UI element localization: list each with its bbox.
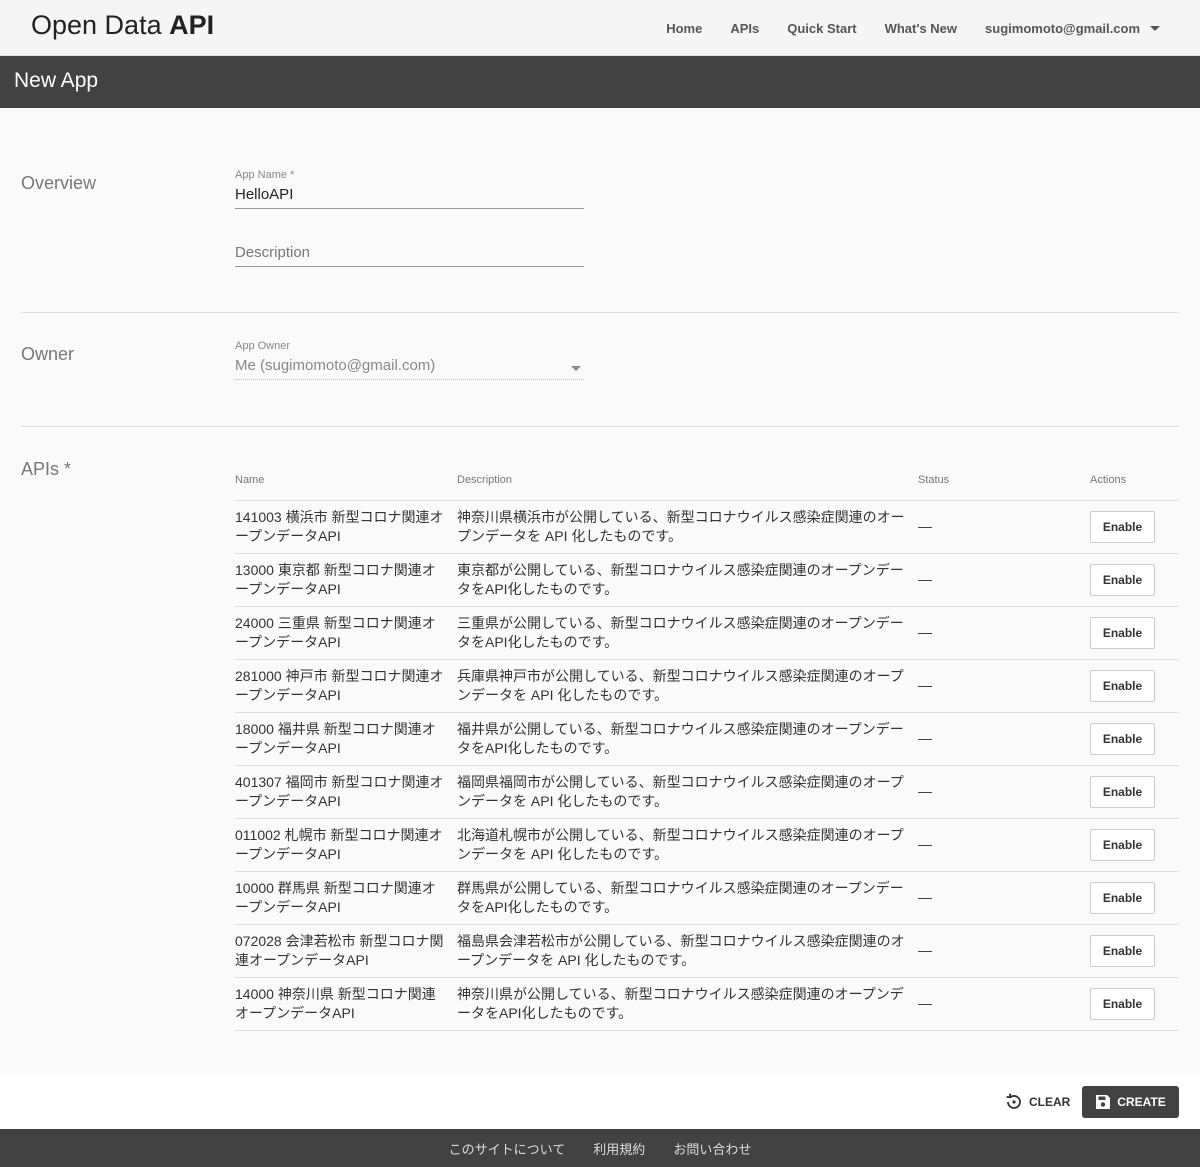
chevron-down-icon — [1150, 25, 1160, 31]
api-table: Name Description Status Actions 141003 横… — [235, 460, 1179, 1031]
column-header-name: Name — [235, 460, 457, 501]
enable-button[interactable]: Enable — [1090, 669, 1155, 702]
user-email: sugimomoto@gmail.com — [985, 20, 1140, 36]
enable-button[interactable]: Enable — [1090, 616, 1155, 649]
form-action-bar: CLEAR CREATE — [0, 1073, 1200, 1129]
enable-button[interactable]: Enable — [1090, 934, 1155, 967]
create-button[interactable]: CREATE — [1082, 1086, 1179, 1118]
section-owner-label: Owner — [21, 344, 75, 364]
section-overview-label: Overview — [21, 173, 97, 193]
api-name: 281000 神戸市 新型コロナ関連オープンデータAPI — [235, 667, 444, 703]
api-name: 141003 横浜市 新型コロナ関連オープンデータAPI — [235, 508, 444, 544]
api-description: 三重県が公開している、新型コロナウイルス感染症関連のオープンデータをAPI化した… — [457, 614, 904, 650]
api-name: 24000 三重県 新型コロナ関連オープンデータAPI — [235, 614, 436, 650]
api-description: 東京都が公開している、新型コロナウイルス感染症関連のオープンデータをAPI化した… — [457, 561, 904, 597]
save-icon — [1096, 1095, 1111, 1109]
api-description: 福井県が公開している、新型コロナウイルス感染症関連のオープンデータをAPI化した… — [457, 720, 904, 756]
section-divider — [21, 426, 1179, 427]
footer: このサイトについて 利用規約 お問い合わせ — [0, 1129, 1200, 1167]
api-name: 13000 東京都 新型コロナ関連オープンデータAPI — [235, 561, 436, 597]
api-status: — — [918, 677, 932, 693]
api-description: 兵庫県神戸市が公開している、新型コロナウイルス感染症関連のオープンデータを AP… — [457, 667, 904, 703]
app-owner-value[interactable]: Me (sugimomoto@gmail.com) — [235, 357, 584, 374]
footer-link-about[interactable]: このサイトについて — [449, 1139, 566, 1158]
api-description: 群馬県が公開している、新型コロナウイルス感染症関連のオープンデータをAPI化した… — [457, 879, 904, 915]
select-underline — [235, 379, 584, 380]
enable-button[interactable]: Enable — [1090, 987, 1155, 1020]
main-nav: Home APIs Quick Start What's New sugimom… — [666, 0, 1160, 56]
page-title: New App — [14, 69, 99, 92]
api-name: 401307 福岡市 新型コロナ関連オープンデータAPI — [235, 773, 444, 809]
enable-button[interactable]: Enable — [1090, 722, 1155, 755]
api-status: — — [918, 836, 932, 852]
table-row: 011002 札幌市 新型コロナ関連オープンデータAPI 北海道札幌市が公開して… — [235, 818, 1179, 872]
column-header-actions: Actions — [1090, 460, 1179, 501]
table-row: 072028 会津若松市 新型コロナ関連オープンデータAPI 福島県会津若松市が… — [235, 924, 1179, 978]
api-name: 10000 群馬県 新型コロナ関連オープンデータAPI — [235, 879, 436, 915]
footer-link-contact[interactable]: お問い合わせ — [673, 1139, 751, 1158]
enable-button[interactable]: Enable — [1090, 510, 1155, 543]
app-name-field[interactable]: App Name * HelloAPI — [235, 169, 584, 209]
clear-button-label: CLEAR — [1029, 1095, 1071, 1109]
table-header-row: Name Description Status Actions — [235, 460, 1179, 501]
api-description: 福島県会津若松市が公開している、新型コロナウイルス感染症関連のオープンデータを … — [457, 932, 905, 968]
nav-whats-new[interactable]: What's New — [885, 21, 957, 36]
enable-button[interactable]: Enable — [1090, 563, 1155, 596]
app-owner-select[interactable]: App Owner Me (sugimomoto@gmail.com) — [235, 340, 584, 380]
api-name: 072028 会津若松市 新型コロナ関連オープンデータAPI — [235, 932, 444, 968]
column-header-status: Status — [918, 460, 1090, 501]
enable-button[interactable]: Enable — [1090, 881, 1155, 914]
table-row: 13000 東京都 新型コロナ関連オープンデータAPI 東京都が公開している、新… — [235, 553, 1179, 607]
api-description: 北海道札幌市が公開している、新型コロナウイルス感染症関連のオープンデータを AP… — [457, 826, 904, 862]
restore-icon — [1006, 1093, 1021, 1109]
table-row: 401307 福岡市 新型コロナ関連オープンデータAPI 福岡県福岡市が公開して… — [235, 765, 1179, 819]
api-status: — — [918, 942, 932, 958]
api-description: 福岡県福岡市が公開している、新型コロナウイルス感染症関連のオープンデータを AP… — [457, 773, 904, 809]
enable-button[interactable]: Enable — [1090, 828, 1155, 861]
app-owner-label: App Owner — [235, 340, 291, 352]
api-name: 18000 福井県 新型コロナ関連オープンデータAPI — [235, 720, 436, 756]
api-status: — — [918, 624, 932, 640]
api-description: 神奈川県横浜市が公開している、新型コロナウイルス感染症関連のオープンデータを A… — [457, 508, 905, 544]
nav-apis[interactable]: APIs — [730, 21, 759, 36]
nav-home[interactable]: Home — [666, 21, 702, 36]
table-row: 10000 群馬県 新型コロナ関連オープンデータAPI 群馬県が公開している、新… — [235, 871, 1179, 925]
top-navbar: Open Data API Home APIs Quick Start What… — [0, 0, 1200, 56]
api-status: — — [918, 995, 932, 1011]
chevron-down-icon[interactable] — [571, 366, 581, 371]
app-name-input[interactable]: HelloAPI — [235, 186, 584, 203]
brand-text-bold: API — [169, 10, 215, 40]
table-row: 141003 横浜市 新型コロナ関連オープンデータAPI 神奈川県横浜市が公開し… — [235, 500, 1179, 554]
api-name: 14000 神奈川県 新型コロナ関連オープンデータAPI — [235, 985, 436, 1021]
brand-text: Open Data — [31, 10, 162, 40]
section-divider — [21, 312, 1179, 313]
table-row: 24000 三重県 新型コロナ関連オープンデータAPI 三重県が公開している、新… — [235, 606, 1179, 660]
brand-logo[interactable]: Open Data API — [31, 10, 214, 41]
user-menu[interactable]: sugimomoto@gmail.com — [985, 21, 1160, 36]
api-status: — — [918, 571, 932, 587]
enable-button[interactable]: Enable — [1090, 775, 1155, 808]
api-name: 011002 札幌市 新型コロナ関連オープンデータAPI — [235, 826, 443, 862]
api-status: — — [918, 518, 932, 534]
description-field[interactable]: Description — [235, 244, 584, 267]
input-underline — [235, 266, 584, 267]
clear-button[interactable]: CLEAR — [1004, 1087, 1070, 1117]
column-header-description: Description — [457, 460, 918, 501]
section-apis-label: APIs * — [21, 459, 72, 479]
input-underline — [235, 208, 584, 209]
table-row: 14000 神奈川県 新型コロナ関連オープンデータAPI 神奈川県が公開している… — [235, 977, 1179, 1031]
footer-link-terms[interactable]: 利用規約 — [593, 1139, 645, 1158]
api-status: — — [918, 783, 932, 799]
table-row: 281000 神戸市 新型コロナ関連オープンデータAPI 兵庫県神戸市が公開して… — [235, 659, 1179, 713]
table-row: 18000 福井県 新型コロナ関連オープンデータAPI 福井県が公開している、新… — [235, 712, 1179, 766]
nav-quick-start[interactable]: Quick Start — [787, 21, 856, 36]
api-description: 神奈川県が公開している、新型コロナウイルス感染症関連のオープンデータをAPI化し… — [457, 985, 904, 1021]
create-button-label: CREATE — [1117, 1095, 1166, 1109]
app-name-label: App Name * — [235, 169, 295, 181]
page-title-bar: New App — [0, 56, 1200, 108]
description-input[interactable]: Description — [235, 244, 584, 261]
api-status: — — [918, 730, 932, 746]
api-status: — — [918, 889, 932, 905]
